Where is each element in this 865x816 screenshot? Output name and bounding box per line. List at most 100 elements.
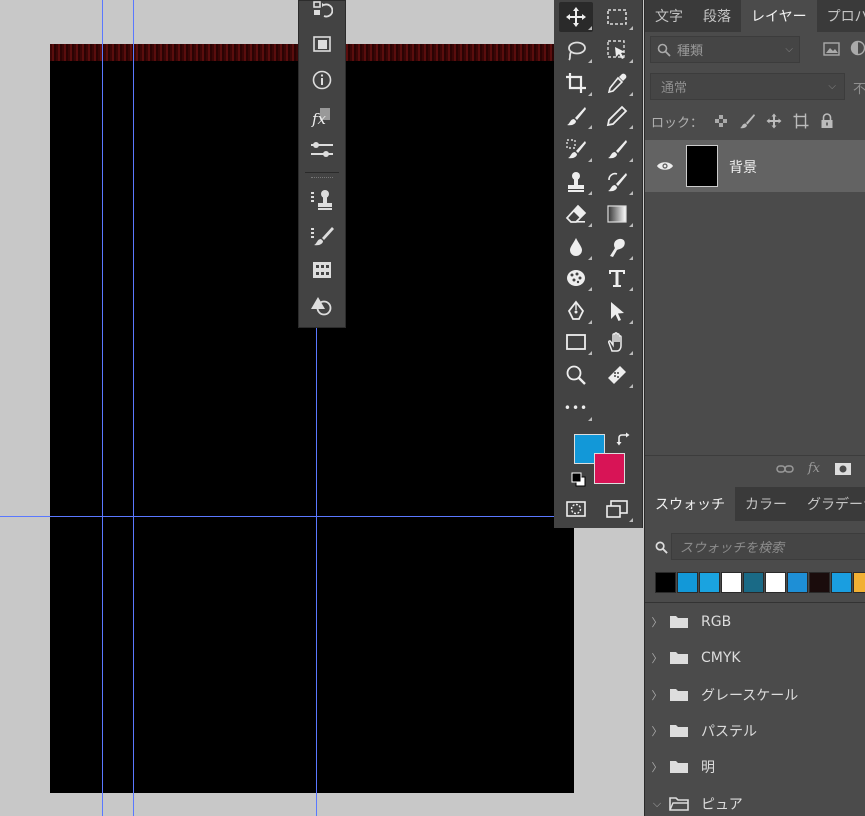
folder-open-icon bbox=[669, 796, 689, 811]
swatch-group[interactable]: 〉 CMYK bbox=[645, 643, 865, 673]
clone-source-panel-button[interactable] bbox=[299, 185, 345, 215]
color-swatch[interactable] bbox=[743, 572, 764, 593]
color-swatch[interactable] bbox=[809, 572, 830, 593]
svg-text:fx: fx bbox=[311, 110, 327, 127]
mixer-brush-tool[interactable] bbox=[559, 134, 593, 164]
move-tool[interactable] bbox=[559, 2, 593, 32]
folder-icon bbox=[670, 761, 688, 774]
gradient-tool[interactable] bbox=[600, 199, 634, 229]
lock-artboard-icon[interactable] bbox=[793, 113, 809, 129]
layer-name[interactable]: 背景 bbox=[729, 157, 757, 177]
spot-healing-tool[interactable] bbox=[600, 360, 634, 390]
sponge-tool[interactable] bbox=[559, 263, 593, 293]
marquee-tool[interactable] bbox=[600, 2, 634, 32]
guide-horizontal[interactable] bbox=[0, 516, 560, 517]
tab-layers[interactable]: レイヤー bbox=[741, 0, 817, 32]
color-swatch[interactable] bbox=[699, 572, 720, 593]
swatch-group[interactable]: 〉 パステル bbox=[645, 716, 865, 746]
object-selection-tool[interactable] bbox=[600, 35, 634, 65]
fx-styles-icon: fx bbox=[311, 108, 330, 127]
styles-panel-button[interactable]: fx bbox=[299, 101, 345, 131]
layer-filter-kind[interactable]: 種類 ⌵ bbox=[650, 36, 800, 63]
lock-transparent-pixels-icon[interactable] bbox=[714, 114, 728, 128]
chevron-right-icon[interactable]: 〉 bbox=[645, 687, 669, 703]
visibility-eye-icon[interactable] bbox=[656, 160, 674, 172]
brush-settings-panel-button[interactable] bbox=[299, 221, 345, 251]
chevron-right-icon[interactable]: 〉 bbox=[645, 723, 669, 739]
color-swatch[interactable] bbox=[787, 572, 808, 593]
color-swatch[interactable] bbox=[853, 572, 865, 593]
color-swatch[interactable] bbox=[765, 572, 786, 593]
chevron-right-icon[interactable]: 〉 bbox=[645, 614, 669, 630]
smudge-finger-icon bbox=[610, 238, 625, 257]
crop-tool[interactable] bbox=[559, 68, 593, 98]
blur-tool[interactable] bbox=[559, 232, 593, 262]
lock-position-icon[interactable] bbox=[766, 113, 782, 129]
type-tool[interactable] bbox=[600, 263, 634, 293]
tab-swatches[interactable]: スウォッチ bbox=[645, 487, 735, 521]
tab-gradients[interactable]: グラデーション bbox=[797, 487, 865, 521]
chevron-down-icon: ⌵ bbox=[785, 44, 793, 55]
swatch-group[interactable]: 〉 RGB bbox=[645, 607, 865, 637]
shapes-panel-button[interactable] bbox=[299, 291, 345, 321]
tab-paragraph[interactable]: 段落 bbox=[693, 0, 741, 32]
lock-image-pixels-icon[interactable] bbox=[739, 113, 756, 129]
rectangle-tool[interactable] bbox=[559, 327, 593, 357]
guide-vertical[interactable] bbox=[102, 0, 103, 816]
hand-tool[interactable] bbox=[600, 327, 634, 357]
quick-mask-button[interactable] bbox=[559, 494, 593, 524]
dock-separator bbox=[305, 172, 339, 173]
clone-stamp-tool[interactable] bbox=[559, 167, 593, 197]
grid-panel-button[interactable] bbox=[299, 255, 345, 285]
swatch-group[interactable]: ⌵ ピュア bbox=[645, 789, 865, 816]
filter-pixel-layers-icon[interactable] bbox=[823, 41, 841, 57]
pen-tool[interactable] bbox=[559, 296, 593, 326]
eraser-tool[interactable] bbox=[559, 199, 593, 229]
background-color-swatch[interactable] bbox=[594, 453, 625, 484]
screen-mode-button[interactable] bbox=[600, 494, 634, 524]
blend-mode-select[interactable]: 通常 ⌵ bbox=[650, 73, 845, 100]
color-swatch[interactable] bbox=[831, 572, 852, 593]
adjustments-panel-button[interactable] bbox=[299, 135, 345, 165]
history-brush-tool[interactable] bbox=[600, 167, 634, 197]
filter-adjustment-layers-icon[interactable] bbox=[850, 40, 865, 56]
chevron-down-icon[interactable]: ⌵ bbox=[645, 797, 669, 811]
pencil-tool[interactable] bbox=[600, 101, 634, 131]
smudge-tool[interactable] bbox=[600, 232, 634, 262]
tab-character[interactable]: 文字 bbox=[645, 0, 693, 32]
tab-color[interactable]: カラー bbox=[735, 487, 797, 521]
color-swatch[interactable] bbox=[721, 572, 742, 593]
properties-panel-button[interactable] bbox=[299, 29, 345, 59]
guide-vertical[interactable] bbox=[133, 0, 134, 816]
history-panel-button[interactable] bbox=[299, 0, 345, 25]
chevron-right-icon[interactable]: 〉 bbox=[645, 759, 669, 775]
brush-tool[interactable] bbox=[600, 134, 634, 164]
rect-marquee-icon bbox=[607, 9, 627, 25]
swatch-group[interactable]: 〉明 bbox=[645, 752, 865, 782]
dock-grip[interactable] bbox=[311, 177, 333, 180]
eyedropper-tool[interactable] bbox=[600, 68, 634, 98]
color-swatch[interactable] bbox=[677, 572, 698, 593]
object-selection-icon bbox=[607, 40, 625, 59]
chevron-right-icon[interactable]: 〉 bbox=[645, 650, 669, 666]
healing-brush-tool[interactable] bbox=[559, 101, 593, 131]
lasso-tool[interactable] bbox=[559, 35, 593, 65]
path-selection-tool[interactable] bbox=[600, 296, 634, 326]
quick-mask-icon bbox=[566, 501, 586, 517]
tab-properties[interactable]: プロパティ bbox=[817, 0, 865, 32]
layer-row[interactable]: 背景 bbox=[645, 140, 865, 192]
swatch-search-input[interactable]: スウォッチを検索 bbox=[671, 533, 865, 560]
color-swatch[interactable] bbox=[655, 572, 676, 593]
stamp-icon bbox=[568, 172, 584, 192]
zoom-tool[interactable] bbox=[559, 360, 593, 390]
swap-colors-icon[interactable] bbox=[616, 432, 632, 448]
default-colors-icon[interactable] bbox=[571, 472, 587, 488]
swatch-group[interactable]: 〉 グレースケール bbox=[645, 680, 865, 710]
edit-toolbar-button[interactable]: ••• bbox=[559, 393, 593, 423]
add-layer-mask-icon[interactable] bbox=[834, 462, 852, 476]
info-panel-button[interactable] bbox=[299, 65, 345, 95]
lock-all-icon[interactable] bbox=[820, 113, 834, 129]
link-layers-icon[interactable] bbox=[776, 463, 794, 475]
grid-icon bbox=[313, 262, 331, 278]
add-layer-style-button[interactable]: fx bbox=[808, 461, 820, 476]
